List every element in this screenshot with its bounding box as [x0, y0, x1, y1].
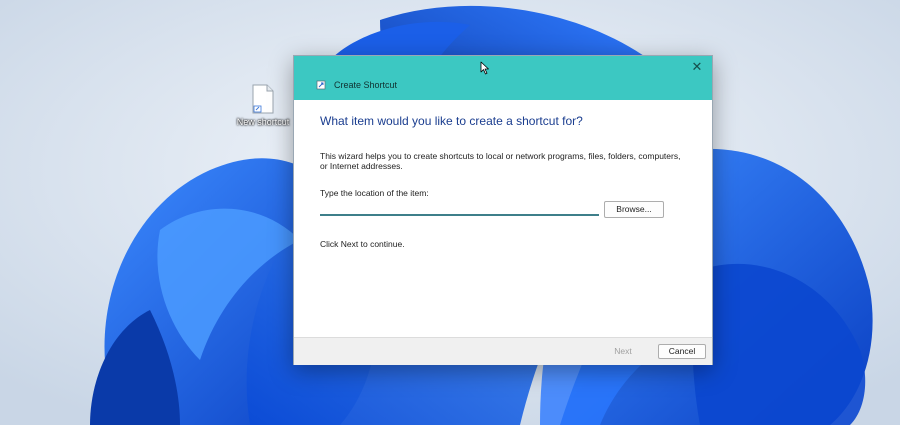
dialog-title: Create Shortcut: [334, 80, 398, 90]
create-shortcut-dialog: Create Shortcut ✕ What item would you li…: [293, 55, 713, 365]
mouse-cursor-icon: [480, 61, 489, 75]
file-icon: [252, 84, 274, 114]
desktop-icon-new-shortcut[interactable]: New shortcut: [232, 82, 294, 134]
next-button[interactable]: Next: [600, 344, 646, 359]
location-label: Type the location of the item:: [320, 188, 429, 198]
wizard-description: This wizard helps you to create shortcut…: [320, 151, 681, 171]
dialog-footer: Next Cancel: [294, 337, 712, 365]
wizard-heading: What item would you like to create a sho…: [320, 114, 583, 128]
close-icon[interactable]: ✕: [686, 58, 708, 76]
cancel-button[interactable]: Cancel: [658, 344, 706, 359]
shortcut-icon: [316, 80, 326, 90]
browse-button[interactable]: Browse...: [604, 201, 664, 218]
continue-hint: Click Next to continue.: [320, 239, 405, 249]
desktop-icon-label: New shortcut: [236, 117, 290, 127]
location-input[interactable]: [320, 199, 599, 216]
dialog-titlebar[interactable]: Create Shortcut ✕: [294, 56, 712, 100]
desktop: New shortcut Create Shortcut ✕ What item…: [0, 0, 900, 425]
